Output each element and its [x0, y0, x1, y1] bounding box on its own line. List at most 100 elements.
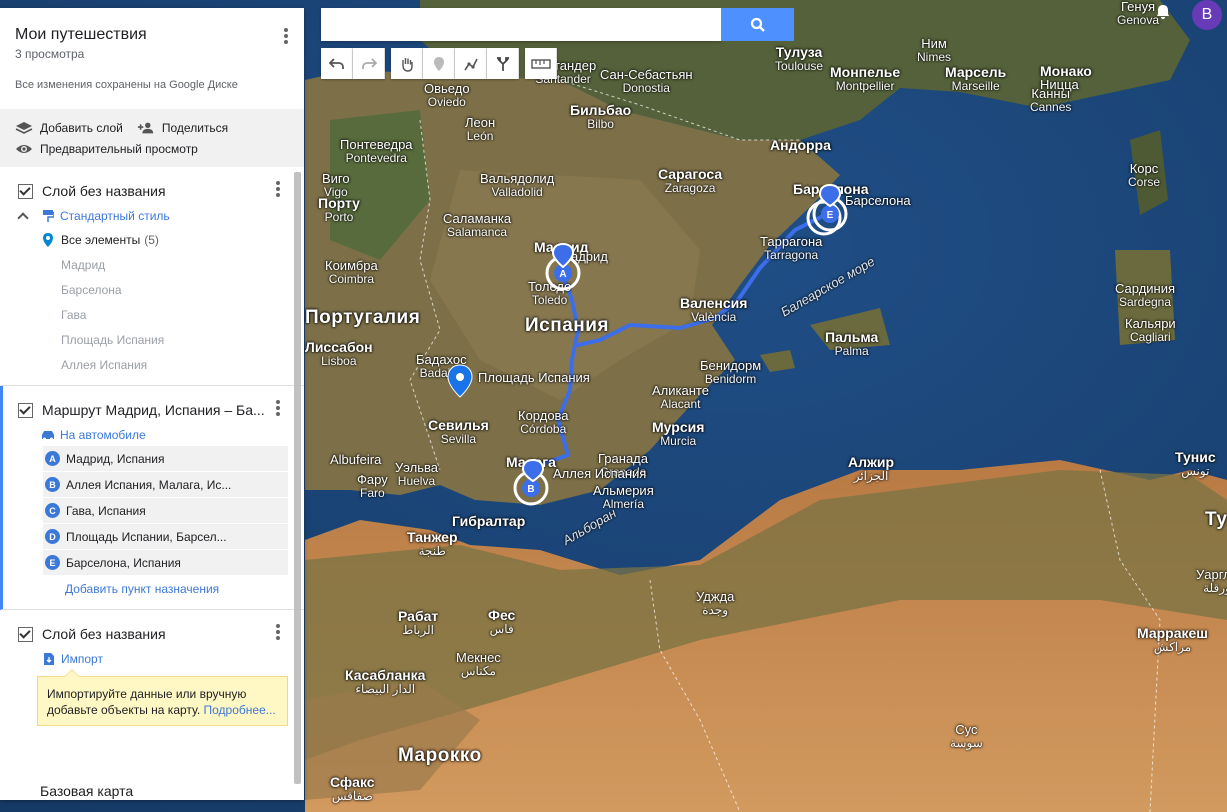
import-link[interactable]: Импорт	[61, 652, 103, 666]
map-label: Альмерия Almería	[593, 484, 654, 510]
map-label-local: Zaragoza	[664, 180, 716, 195]
add-marker-button[interactable]	[423, 48, 455, 79]
waypoint-row[interactable]: C Гава, Испания	[43, 498, 288, 524]
map-label: Сан-Себастьян Donostia	[600, 68, 693, 94]
map-label: Бенидорм Benidorm	[700, 359, 761, 385]
collapse-chevron-icon[interactable]	[18, 211, 28, 221]
marker-icon	[433, 56, 444, 71]
map-label-text: Сан-Себастьян	[600, 67, 693, 82]
layer-1-options-button[interactable]	[270, 179, 286, 199]
draw-line-button[interactable]	[455, 48, 487, 79]
layer-1-name[interactable]: Слой без названия	[42, 183, 166, 199]
route-layer-name[interactable]: Маршрут Мадрид, Испания – Ба...	[42, 402, 265, 418]
list-item[interactable]: Мадрид	[0, 252, 304, 277]
learn-more-link[interactable]: Подробнее...	[204, 703, 276, 717]
measure-button[interactable]	[525, 48, 557, 79]
map-label-text: Гранада	[598, 451, 648, 466]
panel-scrollbar[interactable]	[294, 172, 301, 784]
panel-actions: Добавить слой Поделиться Предварительный…	[0, 109, 304, 167]
map-label-text: Леон	[465, 115, 496, 130]
layer-3: Слой без названия Импорт Импортируйте да…	[0, 610, 304, 734]
layer-3-checkbox[interactable]	[18, 626, 33, 642]
add-layer-button[interactable]: Добавить слой	[15, 117, 123, 138]
waypoint-row[interactable]: B Аллея Испания, Малага, Ис...	[43, 472, 288, 498]
waypoint-letter: E	[45, 555, 60, 570]
map-label: Бадахос Badajoz	[416, 353, 467, 379]
map-label-local: Montpellier	[835, 78, 895, 93]
map-options-button[interactable]	[278, 26, 294, 46]
map-label-text: Корс	[1129, 161, 1159, 176]
preview-button[interactable]: Предварительный просмотр	[15, 138, 198, 159]
map-label: Аликанте Alacant	[652, 384, 709, 410]
map-label: Толедо Toledo	[528, 280, 571, 306]
waypoint-label: Аллея Испания, Малага, Ис...	[66, 477, 232, 492]
map-title[interactable]: Мои путешествия	[15, 26, 289, 44]
waypoint-row[interactable]: A Мадрид, Испания	[43, 446, 288, 472]
map-label-text: Виго	[322, 171, 350, 186]
list-item[interactable]: Гава	[0, 302, 304, 327]
preview-label: Предварительный просмотр	[40, 141, 198, 156]
route-options-button[interactable]	[270, 398, 286, 418]
share-button[interactable]: Поделиться	[137, 117, 228, 138]
map-label-local: Murcia	[660, 433, 697, 448]
map-editor-panel: Мои путешествия 3 просмотра Все изменени…	[0, 8, 304, 800]
map-label-text: Бильбао	[570, 102, 632, 118]
style-link[interactable]: Стандартный стиль	[60, 209, 170, 223]
layer-3-name[interactable]: Слой без названия	[42, 626, 166, 642]
map-label-text: Ним	[921, 36, 947, 51]
basemap-label: Базовая карта	[40, 783, 134, 799]
map-label: Португалия	[305, 308, 420, 328]
list-item[interactable]: Площадь Испания	[0, 327, 304, 352]
all-items-count: (5)	[144, 232, 159, 247]
map-label-local: ورقلة	[1203, 580, 1227, 595]
waypoint-row[interactable]: E Барселона, Испания	[43, 550, 288, 576]
basemap-row[interactable]: Базовая карта	[0, 783, 304, 800]
hand-icon	[401, 57, 413, 72]
map-label-text: Фес	[488, 607, 516, 623]
map-label-text: Саламанка	[443, 211, 512, 226]
map-label-local: Donostia	[622, 80, 670, 95]
map-label: Фару Faro	[357, 473, 388, 499]
map-label-local: Marseille	[951, 78, 1000, 93]
waypoint-label: Барселона, Испания	[66, 555, 181, 570]
travel-mode-link[interactable]: На автомобиле	[60, 428, 146, 442]
map-label: Сардиния Sardegna	[1115, 282, 1175, 308]
user-avatar[interactable]: B	[1192, 0, 1222, 30]
hand-tool-button[interactable]	[391, 48, 423, 79]
map-label: Сарагоса Zaragoza	[658, 167, 722, 194]
map-label-local: Sevilla	[440, 431, 477, 446]
map-label-text: Овьедо	[424, 81, 470, 96]
map-label-local: Córdoba	[520, 421, 567, 436]
map-label-text: Рабат	[398, 608, 439, 624]
search-input[interactable]	[321, 8, 721, 41]
map-label: Таррагона Tarragona	[760, 235, 822, 261]
map-label-text: Мекнес	[456, 650, 501, 665]
map-label: Фес فاس	[488, 608, 515, 635]
map-label-text: Валенсия	[680, 295, 748, 311]
waypoint-row[interactable]: D Площадь Испании, Барсел...	[43, 524, 288, 550]
search-button[interactable]	[721, 8, 794, 41]
redo-button[interactable]	[353, 48, 385, 79]
map-label-local: Palma	[834, 343, 869, 358]
map-toolbar	[321, 48, 557, 79]
all-items-row[interactable]: Все элементы (5)	[0, 227, 304, 252]
notification-icon[interactable]	[1156, 4, 1170, 20]
map-label-text: Тунис	[1175, 449, 1216, 465]
map-label: Монпелье Montpellier	[830, 65, 900, 92]
map-label-local: Cannes	[1030, 99, 1072, 114]
map-label: Генуя Genova	[1117, 0, 1159, 26]
map-label: Тунис تونس	[1175, 450, 1216, 477]
directions-button[interactable]	[487, 48, 519, 79]
route-layer-checkbox[interactable]	[18, 402, 33, 418]
list-item[interactable]: Аллея Испания	[0, 352, 304, 377]
add-destination-link[interactable]: Добавить пункт назначения	[3, 576, 304, 601]
layer-3-options-button[interactable]	[270, 622, 286, 642]
list-item[interactable]: Барселона	[0, 277, 304, 302]
layer-1-checkbox[interactable]	[18, 183, 33, 199]
map-label: Кордова Córdoba	[518, 409, 569, 435]
map-label-text: Гибралтар	[452, 513, 526, 529]
map-label: Марракеш مراكش	[1137, 626, 1208, 653]
map-label-text: Сарагоса	[658, 166, 723, 182]
map-label-text: Мурсия	[652, 419, 705, 435]
undo-button[interactable]	[321, 48, 353, 79]
